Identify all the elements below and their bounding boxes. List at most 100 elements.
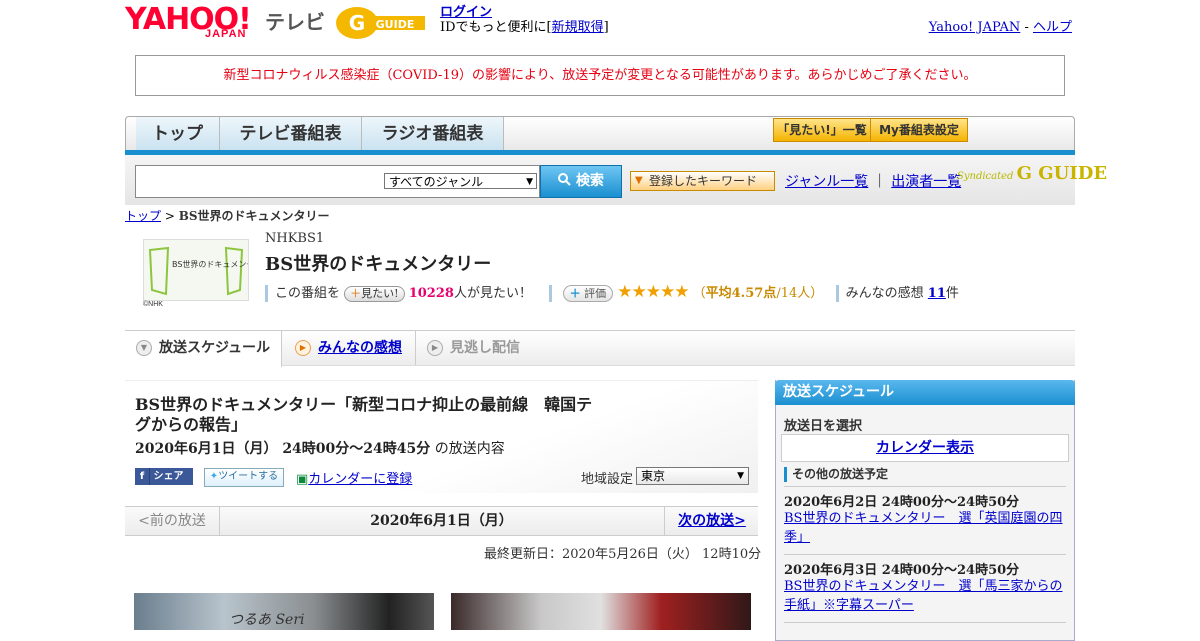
gguide-logo[interactable]: G GUIDE <box>335 6 430 40</box>
episode-title: BS世界のドキュメンタリー「新型コロナ抑止の最前線 韓国テグからの報告」 <box>135 395 593 434</box>
select-date-label: 放送日を選択 <box>784 419 863 434</box>
yahoo-japan-link[interactable]: Yahoo! JAPAN <box>929 20 1021 35</box>
channel-name: NHKBS1 <box>265 231 325 246</box>
syndicated-text: Syndicated <box>957 171 1014 182</box>
triangle-down-icon: ▼ <box>135 340 152 356</box>
twitter-bird-icon: ✦ <box>209 471 219 482</box>
syndicated-gguide-logo: Syndicated G GUIDE <box>957 163 1107 184</box>
episode-image-1-text: つるあ Seri <box>229 612 305 628</box>
sidebar-item-date: 2020年6月2日 24時00分～24時50分 <box>784 495 1020 510</box>
region-select[interactable]: 東京 ▼ <box>636 467 749 485</box>
rate-button-label: 評価 <box>584 287 607 300</box>
nav-tab-radio-schedule[interactable]: ラジオ番組表 <box>362 117 504 151</box>
my-schedule-settings-button[interactable]: My番組表設定 <box>870 118 968 142</box>
program-title: BS世界のドキュメンタリー <box>265 254 492 275</box>
tab-schedule[interactable]: ▼ 放送スケジュール <box>125 331 282 367</box>
login-link[interactable]: ログイン <box>440 5 492 20</box>
calendar-icon: ▣ <box>296 472 309 487</box>
thumb-credit: ©NHK <box>143 301 163 308</box>
help-link[interactable]: ヘルプ <box>1033 20 1072 35</box>
facebook-share-button[interactable]: f シェア <box>135 468 193 485</box>
registered-keyword-button[interactable]: ▼ 登録したキーワード <box>630 171 775 191</box>
login-text-prefix: IDでもっと便利に[ <box>440 20 552 35</box>
episode-image-1: つるあ Seri <box>134 593 434 630</box>
impressions-suffix: 件 <box>945 286 959 301</box>
heading-bar <box>784 467 787 482</box>
average-rating: （平均4.57点/14人） <box>692 286 824 301</box>
episode-date-line: 2020年6月1日（月） 24時00分～24時45分 の放送内容 <box>135 438 505 458</box>
calendar-display-cell: カレンダー表示 <box>781 434 1069 462</box>
calendar-display-link[interactable]: カレンダー表示 <box>876 440 974 456</box>
chevron-down-icon: ▼ <box>737 471 744 481</box>
prev-broadcast: <前の放送 <box>125 507 220 535</box>
search-icon <box>558 173 571 186</box>
calendar-register-link[interactable]: カレンダーに登録 <box>308 472 412 487</box>
tab-missed-label: 見逃し配信 <box>450 340 520 356</box>
search-button[interactable]: 検索 <box>540 165 622 198</box>
search-button-label: 検索 <box>575 173 604 189</box>
nav-tab-tv-schedule[interactable]: テレビ番組表 <box>220 117 362 151</box>
last-updated: 最終更新日：2020年5月26日（火） 12時10分 <box>484 547 762 562</box>
chevron-down-icon: ▼ <box>526 177 533 187</box>
rate-button[interactable]: ＋ 評価 <box>562 285 614 302</box>
divider <box>784 554 1066 555</box>
breadcrumb-current: BS世界のドキュメンタリー <box>178 209 330 223</box>
program-meta: この番組を ＋見たい! 10228人が見たい！ ＋ 評価 ★★★★★ （平均4.… <box>265 282 959 302</box>
calendar-register[interactable]: ▣カレンダーに登録 <box>296 468 412 487</box>
login-area: ログイン IDでもっと便利に[新規取得] <box>440 5 609 35</box>
episode-date: 2020年6月1日（月） 24時00分～24時45分 <box>135 441 431 457</box>
sidebar-item-date: 2020年6月3日 24時00分～24時50分 <box>784 563 1020 578</box>
episode-image-2 <box>451 593 751 630</box>
performer-list-link[interactable]: 出演者一覧 <box>891 174 961 190</box>
divider <box>548 285 552 302</box>
next-broadcast-cell: 次の放送> <box>664 507 759 535</box>
tv-logo-text[interactable]: テレビ <box>265 6 325 35</box>
tab-reviews[interactable]: ▶ みんなの感想 <box>295 331 416 365</box>
genre-list-link[interactable]: ジャンル一覧 <box>785 174 868 190</box>
mitai-suffix: 人が見たい！ <box>453 286 532 301</box>
registered-keyword-label: 登録したキーワード <box>649 174 758 188</box>
tab-schedule-label: 放送スケジュール <box>158 340 271 356</box>
thumb-text: BS世界のドキュメンタリー <box>172 259 248 269</box>
triangle-down-icon: ▼ <box>635 175 643 186</box>
impressions-count-link[interactable]: 11 <box>928 286 946 301</box>
genre-links: ジャンル一覧 ｜ 出演者一覧 <box>785 171 961 191</box>
breadcrumb-sep: > <box>161 209 179 223</box>
genre-select[interactable]: すべてのジャンル ▼ <box>384 173 537 189</box>
divider <box>784 486 1066 487</box>
sidebar-item-link[interactable]: BS世界のドキュメンタリー 選「英国庭園の四季」 <box>784 509 1069 547</box>
divider <box>784 622 1066 623</box>
gguide-small-logo: G GUIDE <box>1016 163 1108 184</box>
tab-missed-streaming[interactable]: ▶ 見逃し配信 <box>427 331 547 365</box>
breadcrumb-top[interactable]: トップ <box>125 209 161 223</box>
region-label: 地域設定 <box>581 472 634 487</box>
svg-text:GUIDE: GUIDE <box>376 18 415 31</box>
facebook-share-label: シェア <box>153 471 184 482</box>
mitai-button-label: 見たい! <box>361 287 399 300</box>
sidebar-item-link[interactable]: BS世界のドキュメンタリー 選「馬三家からの手紙」※字幕スーパー <box>784 577 1069 615</box>
breadcrumb: トップ > BS世界のドキュメンタリー <box>125 207 330 224</box>
tweet-button[interactable]: ✦ツイートする <box>204 468 284 487</box>
register-link[interactable]: 新規取得 <box>552 20 604 35</box>
yahoo-japan-logo-text: JAPAN <box>205 28 247 40</box>
triangle-right-icon: ▶ <box>295 340 311 356</box>
svg-text:G: G <box>349 11 365 35</box>
tweet-label: ツイートする <box>218 471 279 482</box>
nav-tab-top[interactable]: トップ <box>136 117 220 151</box>
next-broadcast-link[interactable]: 次の放送> <box>678 513 746 529</box>
impressions-prefix: みんなの感想 <box>845 286 928 301</box>
other-schedule-heading: その他の放送予定 <box>784 466 888 482</box>
mitai-prefix: この番組を <box>275 286 341 301</box>
header-links: Yahoo! JAPAN - ヘルプ <box>929 16 1072 35</box>
tab-reviews-label: みんなの感想 <box>318 340 402 356</box>
covid-notice: 新型コロナウィルス感染症（COVID-19）の影響により、放送予定が変更となる可… <box>135 55 1065 96</box>
plus-icon: ＋ <box>569 287 581 300</box>
divider <box>835 285 839 302</box>
facebook-icon: f <box>135 468 150 485</box>
star-rating: ★★★★★ <box>617 282 689 302</box>
current-broadcast-date: 2020年6月1日（月） <box>370 513 513 529</box>
mitai-list-button[interactable]: 「見たい!」一覧 <box>773 118 871 142</box>
divider <box>265 285 268 302</box>
mitai-button[interactable]: ＋見たい! <box>344 286 405 302</box>
mitai-count: 10228 <box>408 286 454 301</box>
